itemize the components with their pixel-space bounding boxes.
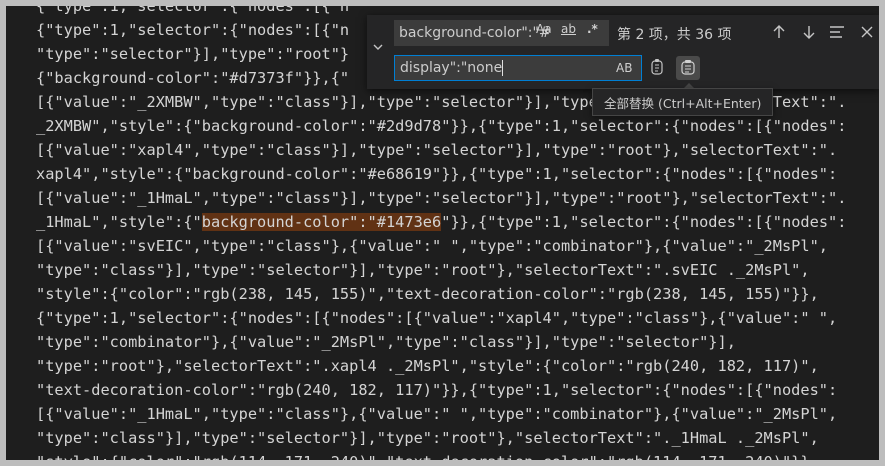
code-text: _1HmaL","style":{" <box>36 213 202 231</box>
regex-toggle[interactable]: .* <box>587 19 598 39</box>
code-line: _2XMBW","style":{"background-color":"#2d… <box>36 117 847 135</box>
match-case-label: Aa <box>536 22 552 36</box>
code-line: "type":"root"},"selectorText":".xapl4 ._… <box>36 357 819 375</box>
code-line: [{"value":"_1HmaL","type":"class"}],"typ… <box>36 189 847 207</box>
code-line: "style":{"color":"rgb(114, 171, 240)","t… <box>36 450 846 460</box>
code-line: [{"value":"_1HmaL","type":"class"},{"val… <box>36 405 838 423</box>
code-line: "type":"class"}],"type":"selector"}],"ty… <box>36 429 819 447</box>
whole-word-toggle[interactable]: ab <box>561 19 576 39</box>
code-line: [{"value":"xapl4","type":"class"}],"type… <box>36 141 838 159</box>
replace-button[interactable] <box>646 56 668 78</box>
toggle-replace-button[interactable] <box>367 15 389 89</box>
find-in-selection-icon <box>829 25 845 39</box>
replace-input-value: display":"none <box>400 60 503 76</box>
find-input-value: background-color":"# <box>399 25 551 41</box>
tooltip-text: 全部替换 (Ctrl+Alt+Enter) <box>604 95 762 111</box>
code-line: _1HmaL","style":{"background-color":"#14… <box>36 210 846 234</box>
previous-match-button[interactable] <box>768 21 790 43</box>
replace-all-tooltip: 全部替换 (Ctrl+Alt+Enter) <box>592 88 774 116</box>
arrow-up-icon <box>772 24 786 40</box>
find-in-selection-button[interactable] <box>826 21 848 43</box>
code-line: "style":{"color":"rgb(238, 145, 155)","t… <box>36 285 819 303</box>
replace-icon <box>650 58 664 76</box>
search-match-highlight: background-color":"#1473e6 <box>201 213 442 231</box>
code-line: "text-decoration-color":"rgb(240, 182, 1… <box>36 381 838 399</box>
code-text: "}},{"type":1,"selector":{"nodes":[{"nod… <box>441 213 847 231</box>
code-line: "type":"class"}],"type":"selector"}],"ty… <box>36 261 810 279</box>
replace-all-icon <box>679 59 697 77</box>
arrow-down-icon <box>802 24 816 40</box>
replace-input[interactable]: display":"none <box>394 55 642 81</box>
chevron-down-icon <box>372 41 384 57</box>
code-line: [{"value":"svEIC","type":"class"},{"valu… <box>36 237 829 255</box>
code-line: {"type":1,"selector":{"nodes":[{"nodes":… <box>36 309 838 327</box>
close-icon <box>861 26 873 38</box>
match-count: 第 2 项，共 36 项 <box>617 27 732 43</box>
close-button[interactable] <box>856 21 878 43</box>
match-case-toggle[interactable]: Aa <box>536 19 552 39</box>
text-caret <box>502 60 504 76</box>
preserve-case-toggle[interactable]: AB <box>616 58 632 78</box>
find-input[interactable]: background-color":"# <box>394 20 609 46</box>
next-match-button[interactable] <box>798 21 820 43</box>
regex-label: .* <box>587 22 598 36</box>
find-replace-widget: background-color":"# Aa ab .* 第 2 项，共 36… <box>367 15 879 89</box>
whole-word-label: ab <box>561 22 576 36</box>
preserve-case-label: AB <box>616 61 633 75</box>
code-line: xapl4","style":{"background-color":"#e68… <box>36 165 838 183</box>
replace-all-button[interactable] <box>676 56 700 80</box>
editor-frame: {"type":1,"selector":{"nodes":[{"n {"type… <box>6 6 879 460</box>
code-line: "type":"combinator"},{"value":"_2MsPl","… <box>36 333 736 351</box>
